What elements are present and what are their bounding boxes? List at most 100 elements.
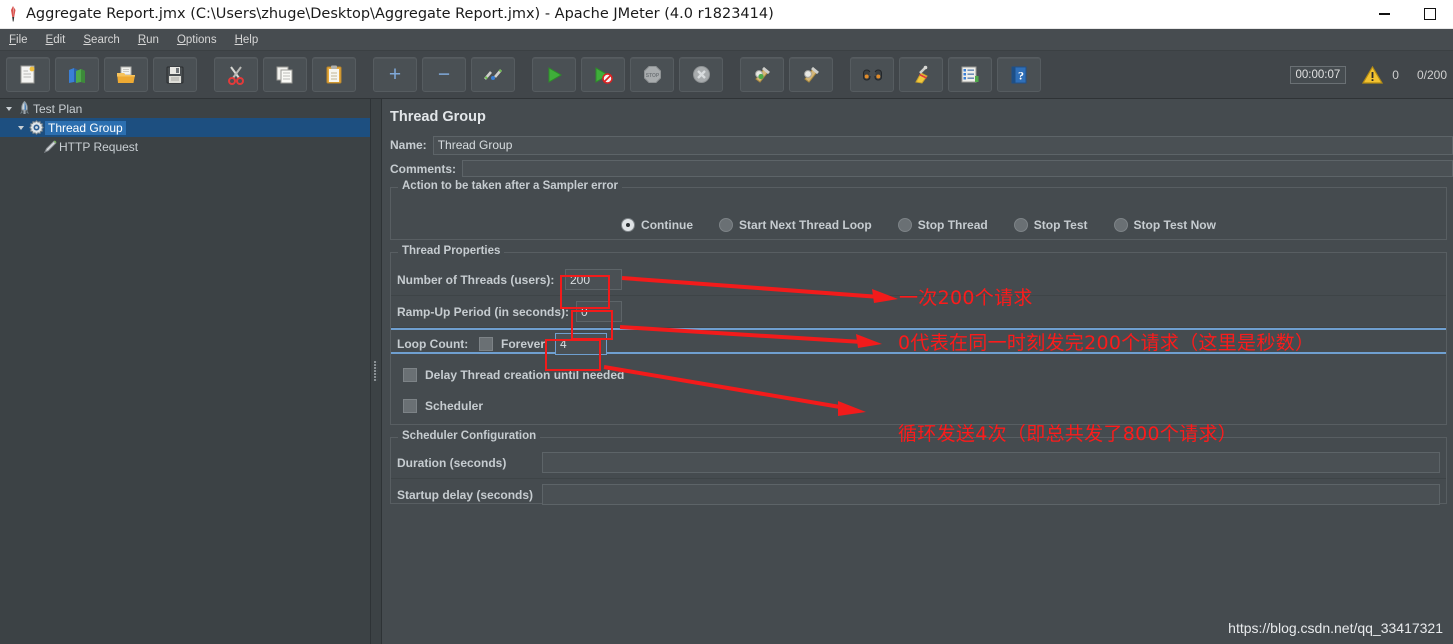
delay-thread-checkbox[interactable]: [403, 367, 417, 382]
scheduler-row: Scheduler: [391, 390, 1446, 421]
comments-input[interactable]: [462, 160, 1453, 177]
annotation-rampup: 0代表在同一时刻发完200个请求（这里是秒数）: [898, 332, 1315, 354]
forever-checkbox[interactable]: [479, 336, 493, 351]
duration-input[interactable]: [542, 452, 1440, 473]
search-button[interactable]: [850, 57, 894, 92]
radio-indicator: [897, 218, 912, 232]
open-button[interactable]: [104, 57, 148, 92]
scheduler-config-groupbox: Scheduler Configuration Duration (second…: [390, 430, 1447, 505]
num-threads-label: Number of Threads (users):: [397, 272, 555, 287]
copy-button[interactable]: [263, 57, 307, 92]
help-button[interactable]: ?: [997, 57, 1041, 92]
window-controls: [1361, 0, 1453, 28]
menu-search[interactable]: Search: [74, 32, 128, 48]
warning-count: 0: [1392, 67, 1399, 82]
start-no-pauses-button[interactable]: [581, 57, 625, 92]
templates-button[interactable]: [55, 57, 99, 92]
ramp-up-label: Ramp-Up Period (in seconds):: [397, 304, 570, 319]
scheduler-label: Scheduler: [425, 398, 484, 413]
collapse-all-button[interactable]: −: [422, 57, 466, 92]
annotation-loopcount: 循环发送4次（即总共发了800个请求）: [898, 423, 1238, 445]
http-request-pencil-icon: [41, 139, 59, 154]
duration-label: Duration (seconds): [397, 455, 507, 470]
startup-delay-row: Startup delay (seconds): [391, 479, 1446, 510]
toolbar-status-area: 00:00:07 0 0/200: [1289, 51, 1449, 98]
function-helper-button[interactable]: [948, 57, 992, 92]
page-title: Thread Group: [390, 109, 486, 125]
elapsed-timer: 00:00:07: [1289, 65, 1347, 84]
radio-indicator: [719, 218, 734, 232]
radio-label: Continue: [641, 218, 694, 232]
delay-thread-label: Delay Thread creation until needed: [425, 367, 625, 382]
new-document-icon: [19, 65, 37, 85]
loop-count-label: Loop Count:: [397, 336, 469, 351]
radio-stop-test[interactable]: Stop Test: [1013, 218, 1088, 232]
forever-label: Forever: [501, 336, 546, 351]
reset-search-button[interactable]: [899, 57, 943, 92]
loop-count-input[interactable]: [555, 332, 608, 355]
paste-button[interactable]: [312, 57, 356, 92]
start-button[interactable]: [532, 57, 576, 92]
warning-indicator[interactable]: 0: [1362, 65, 1399, 84]
expand-toggle-test-plan[interactable]: [2, 106, 15, 112]
open-folder-icon: [116, 66, 136, 84]
save-button[interactable]: [153, 57, 197, 92]
thread-group-gear-icon: [27, 120, 45, 135]
stop-button[interactable]: STOP: [630, 57, 674, 92]
radio-indicator: [621, 218, 636, 232]
scheduler-checkbox[interactable]: [403, 398, 417, 413]
shutdown-button[interactable]: [679, 57, 723, 92]
binoculars-icon: [862, 67, 883, 82]
menu-help[interactable]: Help: [226, 32, 268, 48]
clear-button[interactable]: [740, 57, 784, 92]
menu-edit[interactable]: Edit: [37, 32, 75, 48]
radio-stop-test-now[interactable]: Stop Test Now: [1113, 218, 1216, 232]
radio-label: Start Next Thread Loop: [739, 218, 872, 232]
plus-icon: +: [388, 63, 402, 86]
tree-node-test-plan[interactable]: Test Plan: [0, 99, 370, 118]
scheduler-config-legend: Scheduler Configuration: [398, 430, 541, 442]
window-titlebar: Aggregate Report.jmx (C:\Users\zhuge\Des…: [0, 0, 1453, 29]
name-field-row: Name:: [382, 133, 1453, 157]
expand-all-button[interactable]: +: [373, 57, 417, 92]
menu-file[interactable]: File: [0, 32, 37, 48]
tree-node-label: HTTP Request: [59, 139, 139, 154]
maximize-button[interactable]: [1407, 0, 1453, 28]
toggle-switch-icon: [483, 66, 503, 84]
toggle-button[interactable]: [471, 57, 515, 92]
yellow-broom-icon: [912, 65, 930, 84]
test-plan-icon: [15, 101, 33, 116]
clear-all-broom-icon: [801, 65, 821, 84]
radio-label: Stop Thread: [917, 218, 988, 232]
floppy-disk-icon: [166, 66, 184, 84]
warning-triangle-icon: [1362, 65, 1384, 84]
tree-node-thread-group[interactable]: Thread Group: [0, 118, 370, 137]
new-button[interactable]: [6, 57, 50, 92]
cut-button[interactable]: [214, 57, 258, 92]
minimize-button[interactable]: [1361, 0, 1407, 28]
scissors-icon: [227, 65, 245, 85]
ramp-up-input[interactable]: [576, 301, 622, 322]
shutdown-circle-icon: [692, 65, 711, 84]
menu-options[interactable]: Options: [168, 32, 226, 48]
window-title: Aggregate Report.jmx (C:\Users\zhuge\Des…: [26, 6, 774, 22]
pane-splitter[interactable]: [371, 99, 382, 644]
help-book-icon: ?: [1011, 66, 1027, 84]
name-label: Name:: [390, 138, 427, 152]
menu-run[interactable]: Run: [129, 32, 168, 48]
radio-continue[interactable]: Continue: [621, 218, 693, 232]
menubar: File Edit Search Run Options Help: [0, 29, 1453, 51]
annotation-threads: 一次200个请求: [899, 287, 1033, 309]
play-no-pause-icon: [594, 66, 613, 84]
thread-properties-legend: Thread Properties: [398, 245, 505, 257]
name-input[interactable]: [432, 135, 1453, 155]
startup-delay-input[interactable]: [542, 484, 1440, 505]
num-threads-input[interactable]: [565, 269, 622, 290]
expand-toggle-thread-group[interactable]: [14, 125, 27, 131]
tree-node-http-request[interactable]: HTTP Request: [0, 137, 370, 156]
radio-stop-thread[interactable]: Stop Thread: [897, 218, 988, 232]
radio-indicator: [1013, 218, 1028, 232]
tree-node-label: Thread Group: [45, 120, 126, 135]
radio-start-next-thread-loop[interactable]: Start Next Thread Loop: [719, 218, 872, 232]
clear-all-button[interactable]: [789, 57, 833, 92]
